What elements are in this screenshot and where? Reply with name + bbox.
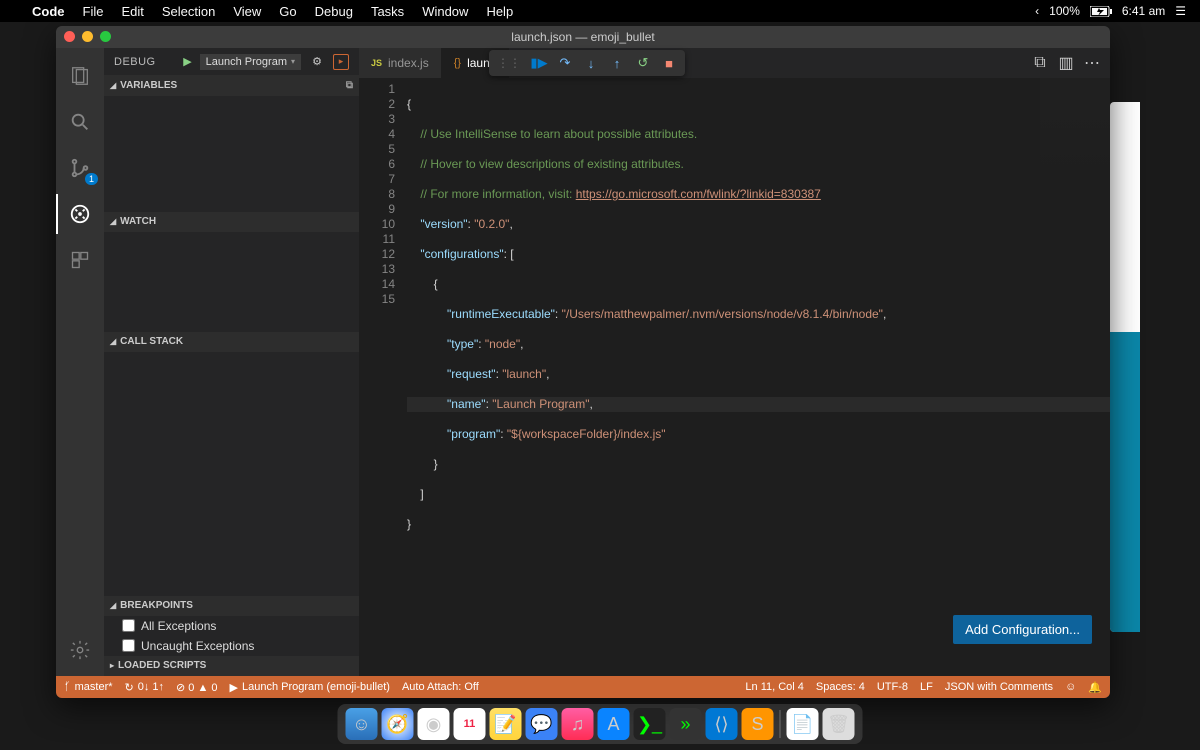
dock-iterm-icon[interactable]: » [670, 708, 702, 740]
menu-selection[interactable]: Selection [162, 4, 215, 19]
dock-trash-icon[interactable]: 🗑 [823, 708, 855, 740]
debug-console-icon[interactable]: ▸ [333, 54, 349, 70]
dock-notes-icon[interactable]: 📝 [490, 708, 522, 740]
line-gutter: 123456789101112131415 [359, 78, 407, 676]
tab-label: index.js [388, 56, 429, 70]
encoding[interactable]: UTF-8 [877, 681, 908, 693]
eol[interactable]: LF [920, 681, 933, 693]
debug-icon[interactable] [56, 194, 104, 234]
menu-view[interactable]: View [233, 4, 261, 19]
editor-area: JSindex.js {}launc ⧉ ▥ ⋯ ⋮⋮ ▮▶ ↷ ↓ ↑ ↺ ■… [359, 48, 1110, 676]
window-title: launch.json — emoji_bullet [511, 30, 654, 44]
zoom-window-button[interactable] [100, 31, 111, 42]
bp-checkbox[interactable] [122, 619, 135, 632]
stop-button[interactable]: ■ [657, 52, 681, 74]
dock-appstore-icon[interactable]: A [598, 708, 630, 740]
more-actions-icon[interactable]: ⋯ [1084, 55, 1100, 71]
section-loaded-scripts[interactable]: ▸LOADED SCRIPTS [104, 656, 359, 676]
js-file-icon: JS [371, 58, 382, 68]
drag-handle-icon[interactable]: ⋮⋮ [493, 56, 525, 70]
scm-badge: 1 [85, 173, 98, 185]
menu-help[interactable]: Help [486, 4, 513, 19]
code-editor[interactable]: 123456789101112131415 { // Use IntelliSe… [359, 78, 1110, 676]
notifications-icon[interactable]: 🔔 [1088, 681, 1102, 694]
close-window-button[interactable] [64, 31, 75, 42]
step-into-button[interactable]: ↓ [579, 52, 603, 74]
minimize-window-button[interactable] [82, 31, 93, 42]
nav-back-icon[interactable]: ‹ [1035, 4, 1039, 18]
battery-icon [1090, 6, 1112, 17]
split-editor-icon[interactable]: ⧉ [1032, 55, 1048, 71]
vscode-window: launch.json — emoji_bullet 1 DEBUG ▶ Lau… [56, 26, 1110, 698]
menu-file[interactable]: File [83, 4, 104, 19]
section-watch[interactable]: ◢WATCH [104, 212, 359, 232]
section-variables[interactable]: ◢VARIABLES⧉ [104, 75, 359, 95]
add-configuration-button[interactable]: Add Configuration... [953, 615, 1092, 644]
mac-menubar: Code File Edit Selection View Go Debug T… [0, 0, 1200, 22]
dock-doc-icon[interactable]: 📄 [787, 708, 819, 740]
dock-calendar-icon[interactable]: 11 [454, 708, 486, 740]
start-debug-button[interactable]: ▶ [183, 55, 191, 68]
language-mode[interactable]: JSON with Comments [945, 681, 1053, 693]
minimap[interactable] [1040, 78, 1110, 188]
problems[interactable]: ⊘ 0 ▲ 0 [176, 681, 218, 694]
explorer-icon[interactable] [56, 56, 104, 96]
dock-separator [780, 710, 781, 738]
status-bar: ᚶ master* ↻ 0↓ 1↑ ⊘ 0 ▲ 0 ▶ Launch Progr… [56, 676, 1110, 698]
feedback-icon[interactable]: ☺ [1065, 681, 1076, 693]
section-breakpoints[interactable]: ◢BREAKPOINTS [104, 596, 359, 616]
source-control-icon[interactable]: 1 [56, 148, 104, 188]
restart-button[interactable]: ↺ [631, 52, 655, 74]
settings-gear-icon[interactable] [56, 630, 104, 670]
background-window [1110, 102, 1140, 632]
battery-percent: 100% [1049, 4, 1080, 18]
clock: 6:41 am [1122, 4, 1165, 18]
bp-checkbox[interactable] [122, 639, 135, 652]
tab-index-js[interactable]: JS index.js [359, 48, 442, 78]
breakpoint-uncaught-exceptions[interactable]: Uncaught Exceptions [104, 636, 359, 656]
menu-go[interactable]: Go [279, 4, 296, 19]
dock-messages-icon[interactable]: 💬 [526, 708, 558, 740]
auto-attach[interactable]: Auto Attach: Off [402, 681, 479, 693]
breakpoint-all-exceptions[interactable]: All Exceptions [104, 616, 359, 636]
tab-bar: JSindex.js {}launc ⧉ ▥ ⋯ [359, 48, 1110, 78]
menu-tasks[interactable]: Tasks [371, 4, 404, 19]
debug-toolbar[interactable]: ⋮⋮ ▮▶ ↷ ↓ ↑ ↺ ■ [489, 50, 685, 76]
dock-terminal-icon[interactable]: ❯_ [634, 708, 666, 740]
dock-safari-icon[interactable]: 🧭 [382, 708, 414, 740]
step-out-button[interactable]: ↑ [605, 52, 629, 74]
dock-chrome-icon[interactable]: ◉ [418, 708, 450, 740]
debug-settings-icon[interactable]: ⚙ [309, 54, 325, 70]
dock-itunes-icon[interactable]: ♫ [562, 708, 594, 740]
cursor-position[interactable]: Ln 11, Col 4 [745, 681, 804, 693]
menu-edit[interactable]: Edit [121, 4, 143, 19]
section-call-stack[interactable]: ◢CALL STACK [104, 332, 359, 352]
dock-finder-icon[interactable]: ☺ [346, 708, 378, 740]
extensions-icon[interactable] [56, 240, 104, 280]
dock-sublime-icon[interactable]: S [742, 708, 774, 740]
indentation[interactable]: Spaces: 4 [816, 681, 865, 693]
debug-sidebar: DEBUG ▶ Launch Program ▾ ⚙ ▸ ◢VARIABLES⧉… [104, 48, 359, 676]
toggle-layout-icon[interactable]: ▥ [1058, 55, 1074, 71]
git-sync[interactable]: ↻ 0↓ 1↑ [125, 681, 165, 694]
debug-target[interactable]: ▶ Launch Program (emoji-bullet) [230, 681, 390, 694]
search-icon[interactable] [56, 102, 104, 142]
json-file-icon: {} [454, 57, 461, 69]
git-branch[interactable]: ᚶ master* [64, 681, 113, 693]
dock-vscode-icon[interactable]: ⟨⟩ [706, 708, 738, 740]
menu-window[interactable]: Window [422, 4, 468, 19]
debug-config-select[interactable]: Launch Program ▾ [200, 54, 301, 70]
mac-dock: ☺ 🧭 ◉ 11 📝 💬 ♫ A ❯_ » ⟨⟩ S 📄 🗑 [338, 704, 863, 744]
menu-debug[interactable]: Debug [315, 4, 353, 19]
activity-bar: 1 [56, 48, 104, 676]
continue-button[interactable]: ▮▶ [527, 52, 551, 74]
app-menu[interactable]: Code [32, 4, 65, 19]
titlebar: launch.json — emoji_bullet [56, 26, 1110, 48]
menu-extras-icon[interactable]: ☰ [1175, 4, 1186, 18]
debug-label: DEBUG [114, 56, 156, 68]
step-over-button[interactable]: ↷ [553, 52, 577, 74]
code-content[interactable]: { // Use IntelliSense to learn about pos… [407, 78, 1110, 676]
collapse-icon[interactable]: ⧉ [346, 80, 353, 91]
debug-header: DEBUG ▶ Launch Program ▾ ⚙ ▸ [104, 48, 359, 75]
